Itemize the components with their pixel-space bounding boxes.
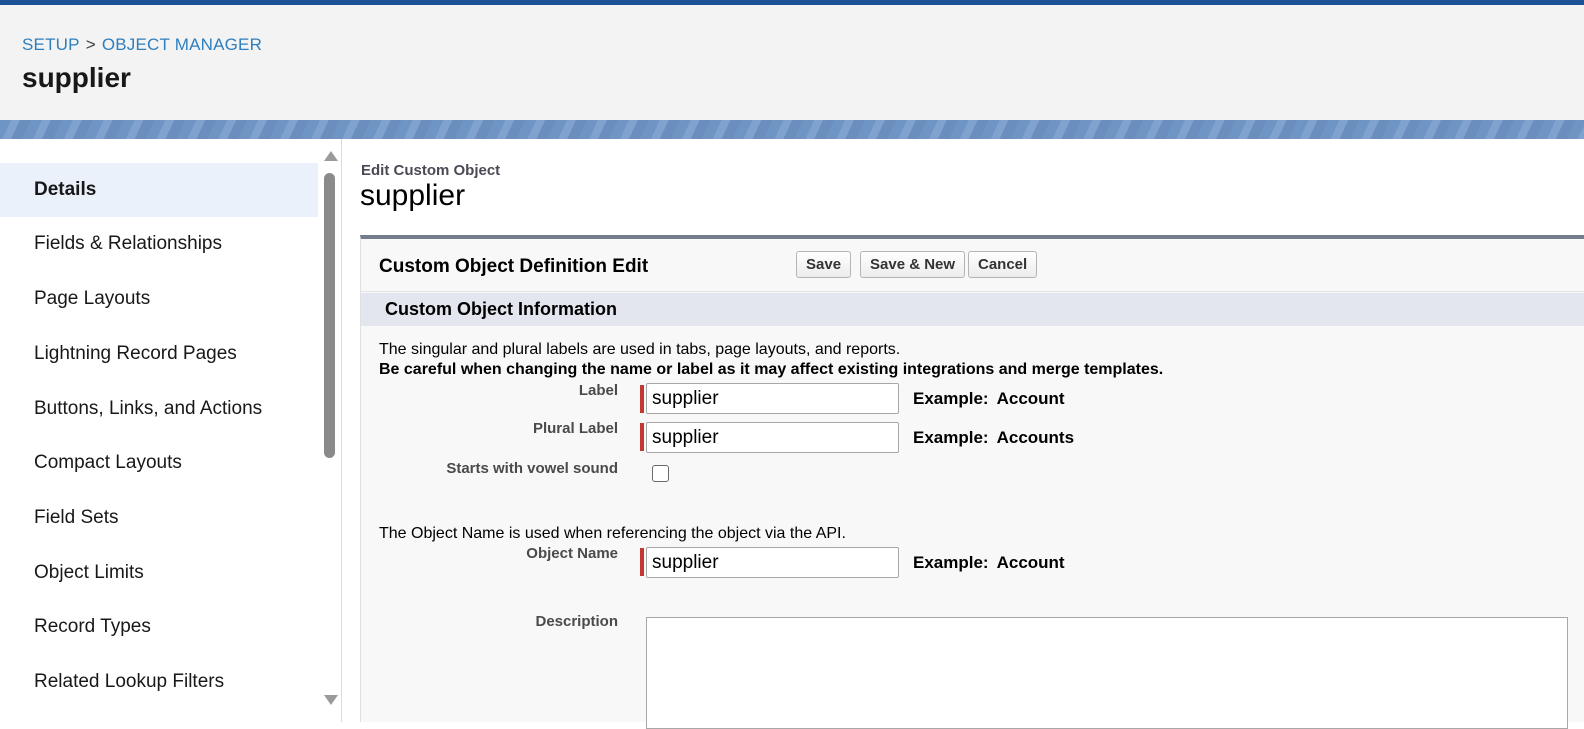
- edit-eyebrow: Edit Custom Object: [361, 162, 501, 179]
- sidebar-item-details[interactable]: Details: [0, 163, 318, 217]
- required-indicator: [640, 385, 644, 413]
- labels-note: The singular and plural labels are used …: [379, 341, 901, 358]
- sidebar-scrollbar[interactable]: [320, 139, 340, 722]
- sidebar-item-related-lookup-filters[interactable]: Related Lookup Filters: [0, 655, 318, 709]
- section-header: Custom Object Information: [361, 293, 1584, 326]
- example-value: Account: [996, 553, 1065, 572]
- plural-label-example: Example: Accounts: [913, 428, 1074, 448]
- sidebar-item-object-limits[interactable]: Object Limits: [0, 546, 318, 600]
- object-name-label: Object Name: [526, 545, 618, 562]
- warning-note: Be careful when changing the name or lab…: [379, 361, 1164, 378]
- breadcrumb-separator: >: [85, 35, 96, 54]
- breadcrumb-object-manager[interactable]: OBJECT MANAGER: [102, 35, 262, 54]
- description-label: Description: [535, 613, 618, 630]
- example-key: Example:: [913, 553, 989, 572]
- page-title: supplier: [22, 62, 131, 93]
- sidebar-item-fields-relationships[interactable]: Fields & Relationships: [0, 217, 318, 271]
- label-example: Example: Account: [913, 389, 1065, 409]
- save-button[interactable]: Save: [796, 251, 852, 278]
- example-value: Accounts: [996, 428, 1075, 447]
- required-indicator: [640, 548, 644, 576]
- sidebar: Details Fields & Relationships Page Layo…: [0, 139, 342, 722]
- vowel-sound-checkbox[interactable]: [652, 465, 669, 482]
- breadcrumb-setup[interactable]: SETUP: [22, 35, 80, 54]
- panel-header: Custom Object Definition Edit Save Save …: [361, 239, 1584, 292]
- sidebar-item-record-types[interactable]: Record Types: [0, 600, 318, 654]
- page-header: SETUP > OBJECT MANAGER supplier: [0, 5, 1584, 120]
- example-value: Account: [996, 389, 1065, 408]
- label-input[interactable]: [646, 383, 899, 414]
- object-name-note: The Object Name is used when referencing…: [379, 525, 846, 542]
- label-field-label: Label: [578, 382, 618, 399]
- edit-panel: Custom Object Definition Edit Save Save …: [360, 235, 1584, 729]
- description-textarea[interactable]: [646, 617, 1568, 729]
- sidebar-item-page-layouts[interactable]: Page Layouts: [0, 272, 318, 326]
- main-content: Edit Custom Object supplier Custom Objec…: [342, 139, 1584, 729]
- object-name-input[interactable]: [646, 547, 899, 578]
- panel-title: Custom Object Definition Edit: [379, 256, 649, 277]
- plural-label-input[interactable]: [646, 422, 899, 453]
- breadcrumb: SETUP > OBJECT MANAGER: [22, 35, 262, 55]
- sidebar-item-buttons-links-actions[interactable]: Buttons, Links, and Actions: [0, 382, 318, 436]
- required-indicator: [640, 423, 644, 451]
- scroll-up-icon[interactable]: [324, 151, 338, 161]
- scroll-thumb[interactable]: [324, 173, 335, 458]
- plural-label-field-label: Plural Label: [532, 420, 618, 437]
- example-key: Example:: [913, 389, 989, 408]
- sidebar-item-compact-layouts[interactable]: Compact Layouts: [0, 436, 318, 490]
- cancel-button[interactable]: Cancel: [968, 251, 1038, 278]
- decorative-banner: [0, 120, 1584, 139]
- vowel-sound-label: Starts with vowel sound: [446, 460, 618, 477]
- sidebar-item-lightning-record-pages[interactable]: Lightning Record Pages: [0, 327, 318, 381]
- object-title: supplier: [360, 179, 466, 212]
- sidebar-item-field-sets[interactable]: Field Sets: [0, 491, 318, 545]
- example-key: Example:: [913, 428, 989, 447]
- section-title: Custom Object Information: [385, 299, 618, 319]
- object-name-example: Example: Account: [913, 553, 1065, 573]
- save-new-button[interactable]: Save & New: [860, 251, 966, 278]
- scroll-down-icon[interactable]: [324, 695, 338, 705]
